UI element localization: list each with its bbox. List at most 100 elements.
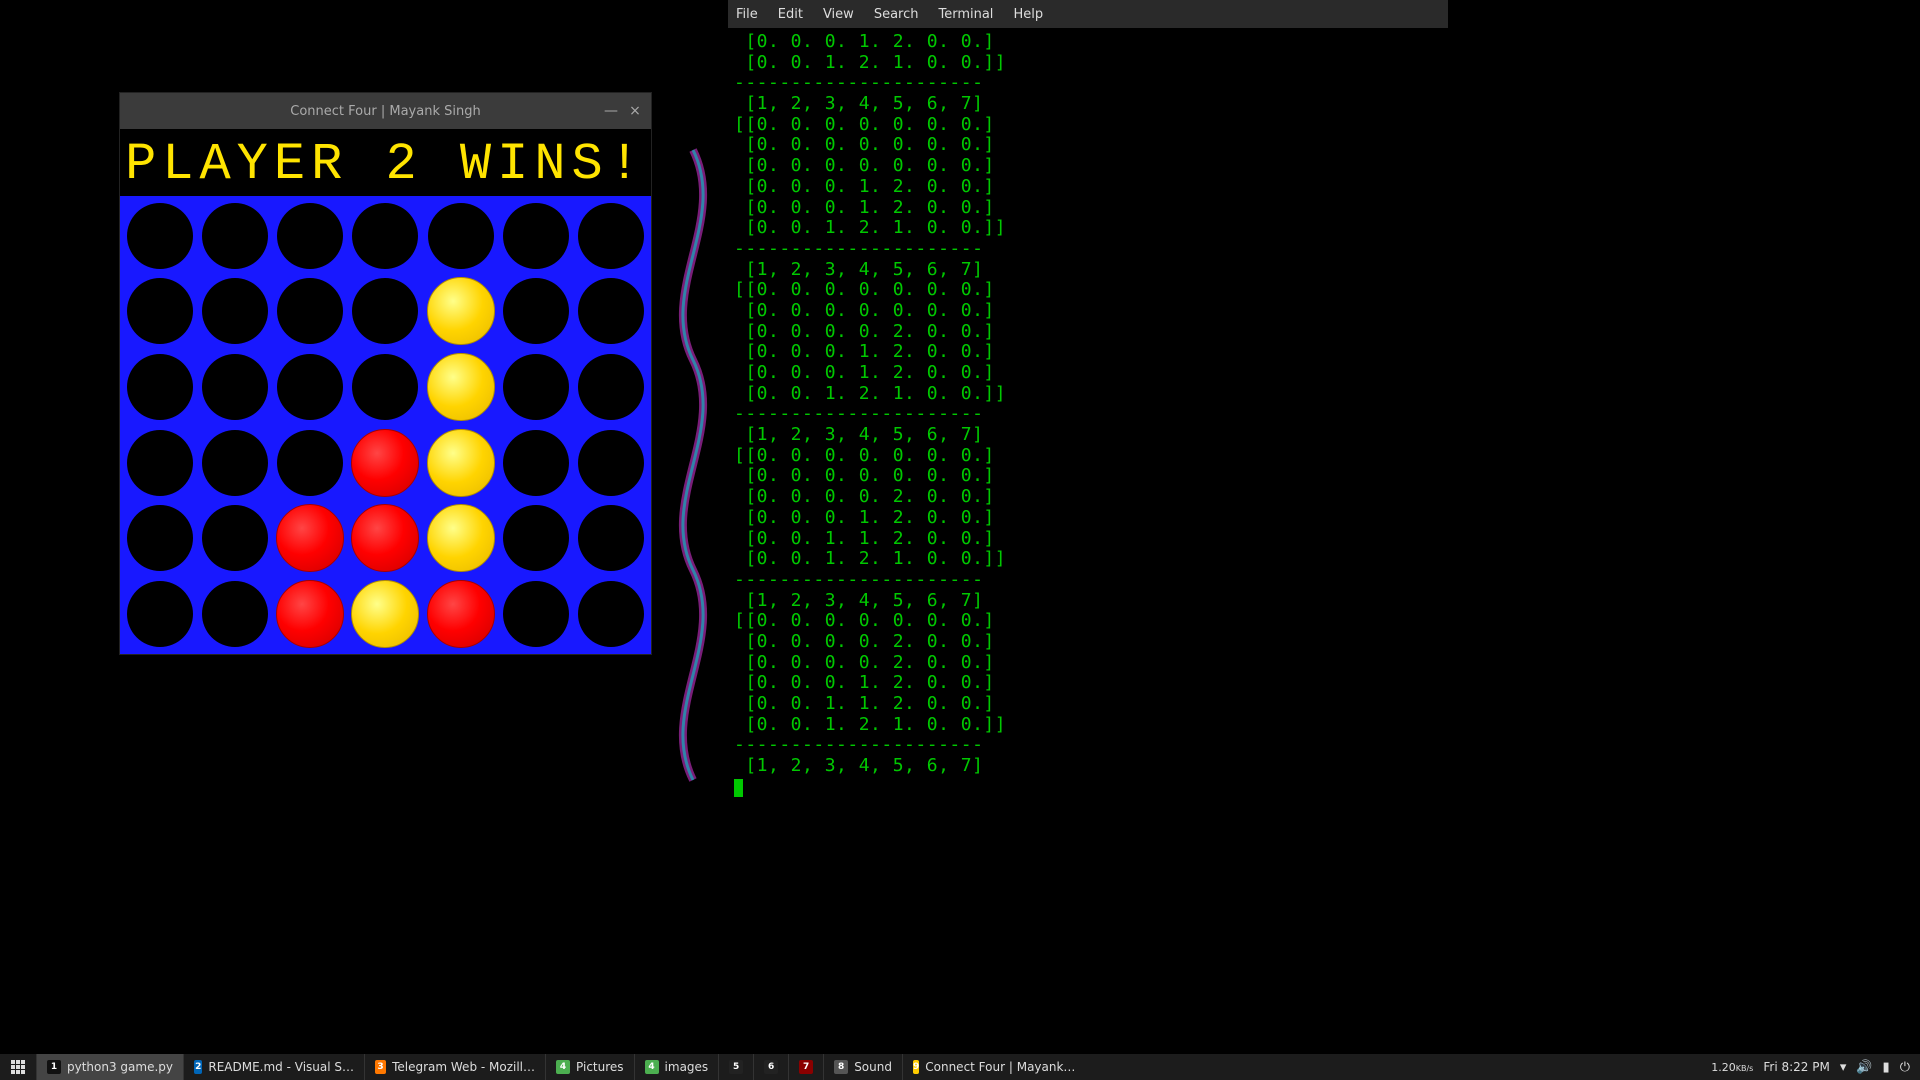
board-cell[interactable] xyxy=(498,198,573,274)
board-cell[interactable] xyxy=(348,425,423,501)
taskbar-item-label: Pictures xyxy=(576,1060,624,1074)
taskbar-item-icon: 7 xyxy=(799,1060,813,1074)
battery-icon[interactable]: ▮ xyxy=(1883,1060,1890,1075)
minimize-button[interactable]: — xyxy=(599,93,623,129)
board-cell[interactable] xyxy=(197,576,272,652)
board-cell[interactable] xyxy=(273,501,348,577)
volume-icon[interactable]: 🔊 xyxy=(1856,1060,1872,1075)
taskbar-item[interactable]: 8 Sound xyxy=(823,1054,902,1080)
board-cell[interactable] xyxy=(574,576,649,652)
board-cell[interactable] xyxy=(273,425,348,501)
network-rate: 1.20KB/s xyxy=(1711,1061,1753,1074)
board-cell[interactable] xyxy=(498,274,573,350)
board-cell[interactable] xyxy=(498,425,573,501)
board-cell[interactable] xyxy=(122,349,197,425)
board-cell[interactable] xyxy=(348,349,423,425)
yellow-disc xyxy=(427,353,495,421)
board-cell[interactable] xyxy=(348,501,423,577)
board-cell[interactable] xyxy=(273,349,348,425)
menu-help[interactable]: Help xyxy=(1013,7,1043,22)
empty-slot xyxy=(352,278,418,344)
menu-view[interactable]: View xyxy=(823,7,854,22)
taskbar-item[interactable]: 4images xyxy=(634,1054,719,1080)
board-cell[interactable] xyxy=(122,501,197,577)
taskbar-item[interactable]: 7 xyxy=(788,1054,823,1080)
taskbar-item-icon: 6 xyxy=(764,1060,778,1074)
menu-file[interactable]: File xyxy=(736,7,758,22)
board-cell[interactable] xyxy=(348,198,423,274)
close-button[interactable]: × xyxy=(623,93,647,129)
connect-four-board[interactable] xyxy=(120,196,651,654)
taskbar-item[interactable]: 5 xyxy=(718,1054,753,1080)
empty-slot xyxy=(127,278,193,344)
empty-slot xyxy=(202,581,268,647)
board-cell[interactable] xyxy=(574,501,649,577)
taskbar-item-label: Sound xyxy=(854,1060,892,1074)
board-cell[interactable] xyxy=(423,576,498,652)
board-cell[interactable] xyxy=(273,576,348,652)
board-cell[interactable] xyxy=(574,198,649,274)
empty-slot xyxy=(127,203,193,269)
wallpaper-art xyxy=(648,140,738,790)
board-cell[interactable] xyxy=(423,349,498,425)
clock[interactable]: Fri 8:22 PM xyxy=(1763,1060,1829,1074)
board-cell[interactable] xyxy=(423,501,498,577)
system-tray: 1.20KB/s Fri 8:22 PM ▾ 🔊 ▮ ⏻ xyxy=(1711,1060,1920,1075)
board-cell[interactable] xyxy=(122,274,197,350)
taskbar-item[interactable]: 4 Pictures xyxy=(545,1054,634,1080)
board-cell[interactable] xyxy=(498,576,573,652)
empty-slot xyxy=(277,203,343,269)
power-icon[interactable]: ⏻ xyxy=(1900,1060,1910,1075)
taskbar-item[interactable]: 6 xyxy=(753,1054,788,1080)
board-cell[interactable] xyxy=(197,425,272,501)
empty-slot xyxy=(127,354,193,420)
empty-slot xyxy=(127,430,193,496)
taskbar: 1python3 game.py2README.md - Visual S…3T… xyxy=(0,1054,1920,1080)
board-cell[interactable] xyxy=(574,349,649,425)
board-cell[interactable] xyxy=(197,198,272,274)
wifi-icon[interactable]: ▾ xyxy=(1840,1060,1847,1075)
board-cell[interactable] xyxy=(348,576,423,652)
taskbar-item-label: Connect Four | Mayank… xyxy=(925,1060,1075,1074)
yellow-disc xyxy=(427,277,495,345)
red-disc xyxy=(427,580,495,648)
board-cell[interactable] xyxy=(574,274,649,350)
taskbar-item[interactable]: 3Telegram Web - Mozill… xyxy=(364,1054,545,1080)
board-cell[interactable] xyxy=(122,576,197,652)
empty-slot xyxy=(202,278,268,344)
empty-slot xyxy=(578,581,644,647)
board-cell[interactable] xyxy=(197,501,272,577)
empty-slot xyxy=(277,430,343,496)
empty-slot xyxy=(202,203,268,269)
board-cell[interactable] xyxy=(197,274,272,350)
taskbar-item-icon: 8 xyxy=(834,1060,848,1074)
board-cell[interactable] xyxy=(122,198,197,274)
empty-slot xyxy=(127,581,193,647)
empty-slot xyxy=(578,354,644,420)
taskbar-item[interactable]: 9Connect Four | Mayank… xyxy=(902,1054,1083,1080)
board-cell[interactable] xyxy=(122,425,197,501)
board-cell[interactable] xyxy=(273,198,348,274)
terminal-menubar: File Edit View Search Terminal Help xyxy=(728,0,1448,28)
board-cell[interactable] xyxy=(273,274,348,350)
taskbar-item-label: README.md - Visual S… xyxy=(208,1060,354,1074)
taskbar-item[interactable]: 1python3 game.py xyxy=(36,1054,183,1080)
board-cell[interactable] xyxy=(423,274,498,350)
empty-slot xyxy=(202,430,268,496)
board-cell[interactable] xyxy=(423,198,498,274)
board-cell[interactable] xyxy=(574,425,649,501)
menu-search[interactable]: Search xyxy=(874,7,919,22)
empty-slot xyxy=(503,203,569,269)
board-cell[interactable] xyxy=(197,349,272,425)
apps-button[interactable] xyxy=(0,1054,36,1080)
menu-terminal[interactable]: Terminal xyxy=(938,7,993,22)
menu-edit[interactable]: Edit xyxy=(778,7,803,22)
board-cell[interactable] xyxy=(423,425,498,501)
board-cell[interactable] xyxy=(498,501,573,577)
board-cell[interactable] xyxy=(348,274,423,350)
game-titlebar[interactable]: Connect Four | Mayank Singh — × xyxy=(120,93,651,129)
board-cell[interactable] xyxy=(498,349,573,425)
taskbar-item[interactable]: 2README.md - Visual S… xyxy=(183,1054,364,1080)
terminal-output[interactable]: [0. 0. 0. 1. 2. 0. 0.] [0. 0. 1. 2. 1. 0… xyxy=(728,28,1448,801)
taskbar-item-icon: 4 xyxy=(556,1060,570,1074)
